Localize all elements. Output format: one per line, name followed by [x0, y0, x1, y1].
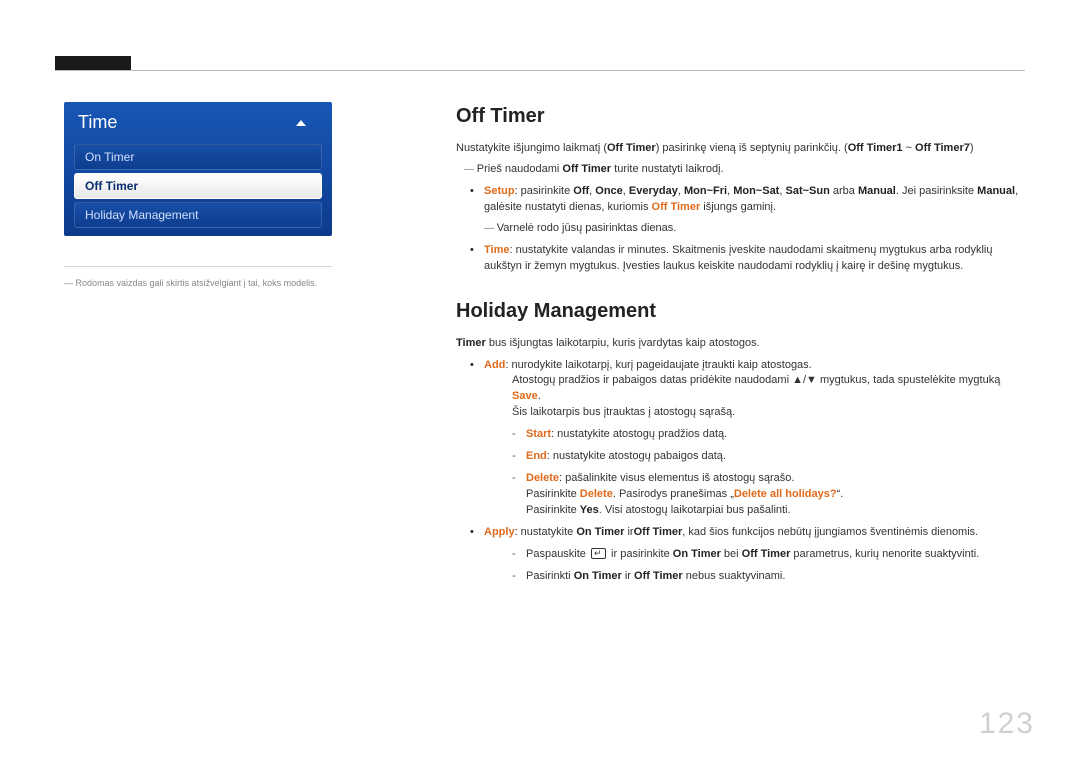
intro-text: Nustatykite išjungimo laikmatį (Off Time… — [456, 141, 1026, 157]
list-item: Paspauskite ir pasirinkite On Timer bei … — [484, 547, 1026, 563]
page-number: 123 — [979, 707, 1035, 741]
list-item: Add: nurodykite laikotarpį, kurį pageida… — [456, 358, 1026, 519]
enter-icon — [591, 548, 606, 559]
heading-off-timer: Off Timer — [456, 102, 1026, 131]
check-note: Varnelė rodo jūsų pasirinktas dienas. — [484, 221, 1026, 237]
list-item: End: nustatykite atostogų pabaigos datą. — [484, 449, 1026, 465]
list-item: Apply: nustatykite On Timer irOff Timer,… — [456, 525, 1026, 585]
hm-intro: Timer bus išjungtas laikotarpiu, kuris į… — [456, 336, 1026, 352]
menu-item-on-timer[interactable]: On Timer — [74, 144, 322, 170]
off-timer-list: Setup: pasirinkite Off, Once, Everyday, … — [456, 184, 1026, 275]
yes-text: Pasirinkite Yes. Visi atostogų laikotarp… — [526, 503, 1026, 519]
list-item: Delete: pašalinkite visus elementus iš a… — [484, 471, 1026, 519]
list-item: Time: nustatykite valandas ir minutes. S… — [456, 243, 1026, 275]
panel-title: Time — [64, 102, 332, 141]
panel-caption: Rodomas vaizdas gali skirtis atsižvelgia… — [64, 278, 317, 288]
scroll-up-icon[interactable] — [296, 120, 306, 126]
delete-text: Pasirinkite Delete. Pasirodys pranešimas… — [526, 487, 1026, 503]
header-tab — [55, 56, 131, 70]
list-item: Pasirinkti On Timer ir Off Timer nebus s… — [484, 569, 1026, 585]
menu-item-off-timer[interactable]: Off Timer — [74, 173, 322, 199]
header-rule — [55, 70, 1025, 71]
scroll-down-icon[interactable] — [193, 239, 203, 245]
list-item: Start: nustatykite atostogų pradžios dat… — [484, 427, 1026, 443]
content-column: Off Timer Nustatykite išjungimo laikmatį… — [456, 102, 1026, 591]
add-detail: Atostogų pradžios ir pabaigos datas prid… — [484, 373, 1026, 405]
heading-holiday: Holiday Management — [456, 297, 1026, 326]
pre-note: Prieš naudodami Off Timer turite nustaty… — [456, 162, 1026, 178]
holiday-list: Add: nurodykite laikotarpį, kurį pageida… — [456, 358, 1026, 585]
panel-separator — [64, 266, 332, 267]
menu-panel: Time On Timer Off Timer Holiday Manageme… — [64, 102, 332, 236]
list-item: Setup: pasirinkite Off, Once, Everyday, … — [456, 184, 1026, 237]
menu-item-holiday[interactable]: Holiday Management — [74, 202, 322, 228]
add-detail2: Šis laikotarpis bus įtrauktas į atostogų… — [484, 405, 1026, 421]
